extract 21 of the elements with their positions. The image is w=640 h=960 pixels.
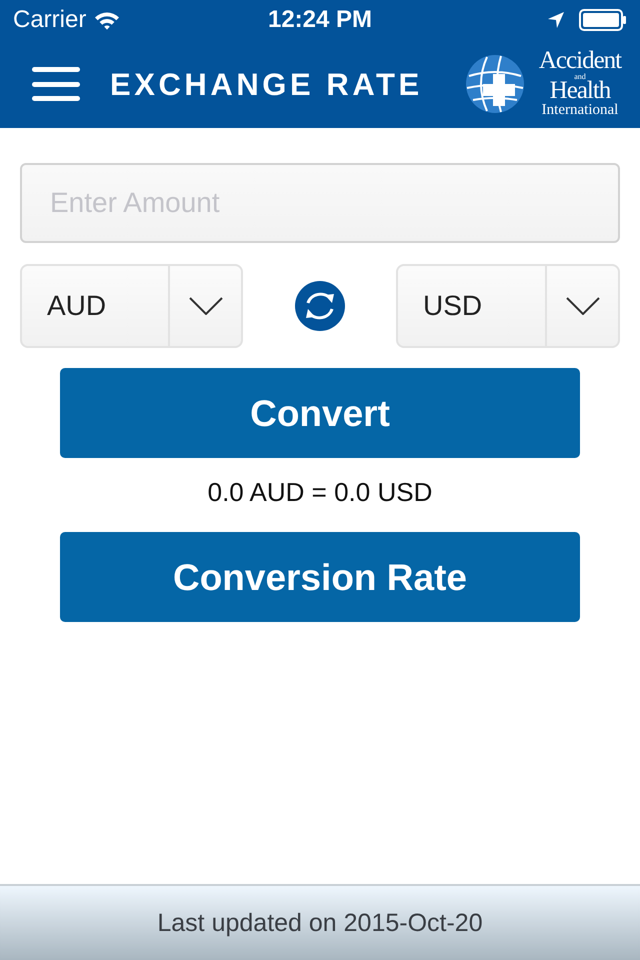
convert-button[interactable]: Convert	[60, 368, 580, 458]
chevron-down-icon	[188, 297, 222, 315]
menu-icon[interactable]	[32, 67, 80, 101]
logo-text: International	[542, 102, 618, 119]
currency-dropdown[interactable]: USD	[396, 264, 620, 348]
conversion-result: 0.0 AUD = 0.0 USD	[208, 477, 432, 507]
clock-text: 12:24 PM	[268, 8, 372, 32]
refresh-icon[interactable]	[294, 281, 344, 331]
conversion-rate-button[interactable]: Conversion Rate	[60, 532, 580, 622]
last-updated-text: Last updated on 2015-Oct-20	[157, 910, 483, 936]
logo-text: Health	[550, 80, 610, 102]
globe-cross-icon	[465, 54, 525, 114]
battery-icon	[579, 9, 627, 31]
logo-text: Accident	[538, 49, 622, 73]
page-title: EXCHANGE RATE	[110, 68, 423, 100]
currency-dropdown[interactable]: AUD	[20, 264, 243, 348]
logo-text: and	[574, 73, 586, 80]
wifi-icon	[94, 10, 120, 30]
location-arrow-icon	[547, 11, 565, 29]
chevron-down-icon	[566, 297, 600, 315]
carrier-text: Carrier	[13, 8, 86, 32]
